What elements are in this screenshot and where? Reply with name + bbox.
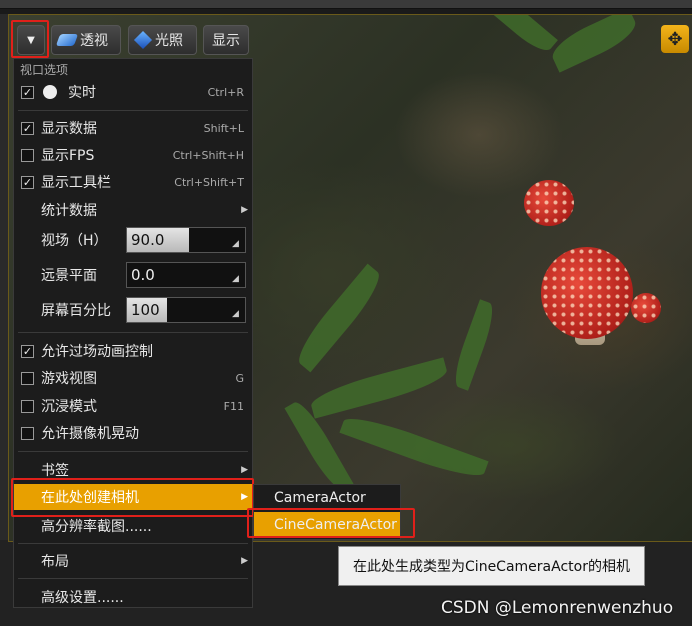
divider	[18, 332, 248, 333]
menu-item-layout[interactable]: 布局 ▶	[14, 548, 252, 574]
lit-label: 光照	[155, 33, 183, 49]
show-label: 显示	[212, 33, 240, 49]
menu-item-label: 显示数据	[41, 121, 97, 137]
mushroom-cap-small	[524, 180, 574, 226]
menu-item-label: 实时	[68, 85, 96, 101]
annotation-box-create-camera	[11, 478, 254, 517]
menu-item-label: 沉浸模式	[41, 399, 97, 415]
resize-handle-icon: ◢	[232, 309, 239, 319]
menu-item-stats[interactable]: 统计数据 ▶	[14, 197, 252, 223]
menu-item-show-stats[interactable]: ✓ 显示数据 Shift+L	[14, 115, 252, 141]
divider	[18, 110, 248, 111]
outer-toolbar-strip	[0, 0, 692, 9]
far-plane-label: 远景平面	[41, 268, 97, 284]
menu-item-cinematic-control[interactable]: ✓ 允许过场动画控制	[14, 338, 252, 364]
menu-item-label: 高分辨率截图......	[41, 519, 152, 535]
checkbox[interactable]	[21, 371, 34, 385]
divider	[18, 451, 248, 452]
far-plane-value: 0.0	[131, 266, 155, 284]
perspective-icon	[55, 34, 79, 46]
menu-item-camera-shake[interactable]: 允许摄像机晃动	[14, 420, 252, 446]
fov-label: 视场（H）	[41, 233, 108, 249]
annotation-box-cine-camera	[247, 508, 415, 538]
resize-handle-icon: ◢	[232, 239, 239, 249]
chevron-right-icon: ▶	[241, 205, 248, 215]
lit-cube-icon	[133, 30, 153, 50]
resize-handle-icon: ◢	[232, 274, 239, 284]
perspective-label: 透视	[80, 33, 108, 49]
menu-item-realtime[interactable]: ✓ 实时 Ctrl+R	[14, 79, 252, 105]
menu-item-show-toolbar[interactable]: ✓ 显示工具栏 Ctrl+Shift+T	[14, 169, 252, 195]
checkbox[interactable]: ✓	[21, 121, 34, 135]
watermark: CSDN @Lemonrenwenzhuo	[441, 598, 674, 618]
fern-leaf	[546, 15, 642, 73]
menu-item-label: 显示工具栏	[41, 175, 111, 191]
shortcut: Shift+L	[203, 121, 244, 135]
shortcut: Ctrl+Shift+H	[172, 148, 244, 162]
menu-item-label: 游戏视图	[41, 371, 97, 387]
fern-leaf	[290, 263, 388, 373]
checkbox[interactable]	[21, 148, 34, 162]
checkbox[interactable]: ✓	[21, 175, 34, 189]
fern-leaf	[490, 15, 558, 57]
checkbox[interactable]	[21, 399, 34, 413]
shortcut: Ctrl+R	[207, 85, 244, 99]
fern-leaf	[449, 299, 499, 391]
shortcut: Ctrl+Shift+T	[174, 175, 244, 189]
menu-item-advanced-settings[interactable]: 高级设置......	[14, 584, 252, 610]
move-arrows-icon: ✥	[667, 28, 683, 50]
menu-item-game-view[interactable]: 游戏视图 G	[14, 365, 252, 391]
chevron-right-icon: ▶	[241, 465, 248, 475]
viewport-options-menu: 视口选项 ✓ 实时 Ctrl+R ✓ 显示数据 Shift+L 显示FPS Ct…	[13, 58, 253, 608]
menu-item-label: 高级设置......	[41, 590, 124, 606]
maximize-viewport-button[interactable]: ✥	[661, 25, 689, 53]
divider	[18, 543, 248, 544]
menu-item-label: 统计数据	[41, 203, 97, 219]
menu-item-show-fps[interactable]: 显示FPS Ctrl+Shift+H	[14, 142, 252, 168]
perspective-button[interactable]: 透视	[51, 25, 121, 55]
fern-leaf	[339, 410, 489, 484]
tooltip: 在此处生成类型为CineCameraActor的相机	[338, 546, 645, 586]
lit-button[interactable]: 光照	[128, 25, 197, 55]
screen-pct-spinbox[interactable]: 100 ◢	[126, 297, 246, 323]
divider	[18, 578, 248, 579]
checkbox[interactable]	[21, 426, 34, 440]
menu-item-label: 书签	[41, 463, 69, 479]
screen-pct-value: 100	[131, 301, 160, 319]
left-panel-edge	[0, 14, 8, 614]
checkbox[interactable]: ✓	[21, 85, 34, 99]
show-button[interactable]: 显示	[203, 25, 249, 55]
mushroom-cap-tiny	[631, 293, 661, 323]
menu-section-title: 视口选项	[20, 63, 69, 77]
fern-leaf	[308, 357, 450, 419]
mushroom-cap-large	[541, 247, 633, 339]
realtime-icon	[43, 85, 57, 99]
menu-item-label: 显示FPS	[41, 148, 95, 164]
shortcut: G	[235, 371, 244, 385]
checkbox[interactable]: ✓	[21, 344, 34, 358]
fov-value: 90.0	[131, 231, 165, 249]
menu-item-label: 允许过场动画控制	[41, 344, 153, 360]
menu-item-label: 允许摄像机晃动	[41, 426, 139, 442]
far-plane-spinbox[interactable]: 0.0 ◢	[126, 262, 246, 288]
annotation-box-options	[11, 20, 49, 58]
chevron-right-icon: ▶	[241, 556, 248, 566]
fov-spinbox[interactable]: 90.0 ◢	[126, 227, 246, 253]
shortcut: F11	[223, 399, 244, 413]
menu-item-label: 布局	[41, 554, 69, 570]
menu-item-immersive[interactable]: 沉浸模式 F11	[14, 393, 252, 419]
screen-pct-label: 屏幕百分比	[41, 303, 111, 319]
